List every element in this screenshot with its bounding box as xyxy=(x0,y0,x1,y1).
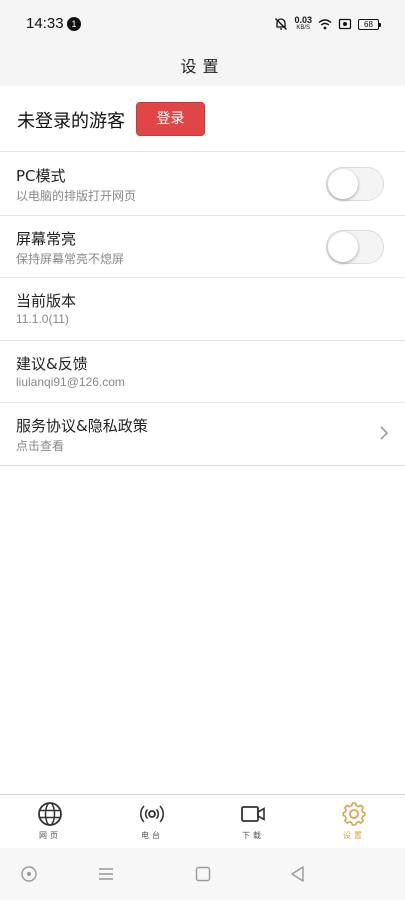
menu-icon[interactable] xyxy=(96,864,116,884)
status-bar: 14:33 1 0.03 KB/S 68 xyxy=(0,0,405,48)
setting-version: 当前版本 11.1.0(11) xyxy=(0,278,405,341)
setting-subtitle: 以电脑的排版打开网页 xyxy=(16,189,137,203)
video-icon xyxy=(241,806,265,822)
network-speed: 0.03 KB/S xyxy=(294,16,312,32)
setting-subtitle: 11.1.0(11) xyxy=(16,312,69,326)
tab-radio[interactable]: 电台 xyxy=(122,801,182,847)
mute-bell-icon xyxy=(275,18,288,30)
network-speed-value: 0.03 xyxy=(294,15,312,25)
tab-label: 下载 xyxy=(242,831,264,840)
globe-icon xyxy=(38,802,62,826)
settings-list: PC模式 以电脑的排版打开网页 屏幕常亮 保持屏幕常亮不熄屏 当前版本 11.1… xyxy=(0,153,405,466)
tab-label: 设置 xyxy=(343,831,365,840)
toggle-knob xyxy=(328,231,358,262)
tab-settings[interactable]: 设置 xyxy=(324,801,384,847)
setting-subtitle: 点击查看 xyxy=(16,439,65,453)
setting-title: 当前版本 xyxy=(16,292,77,310)
setting-privacy-policy[interactable]: 服务协议&隐私政策 点击查看 xyxy=(0,403,405,466)
radio-icon xyxy=(140,805,164,823)
tab-label: 网页 xyxy=(39,831,61,840)
status-time: 14:33 xyxy=(26,15,64,32)
guest-label: 未登录的游客 xyxy=(17,111,125,132)
setting-title: 建议&反馈 xyxy=(16,354,88,373)
tab-label: 电台 xyxy=(141,831,163,840)
setting-screen-on[interactable]: 屏幕常亮 保持屏幕常亮不熄屏 xyxy=(0,216,405,278)
top-header: 设置 xyxy=(0,48,405,86)
setting-feedback[interactable]: 建议&反馈 liulanqi91@126.com xyxy=(0,341,405,403)
home-circle-icon[interactable] xyxy=(19,864,39,884)
system-nav-bar xyxy=(0,848,405,900)
setting-title: 屏幕常亮 xyxy=(16,229,77,248)
gear-icon xyxy=(342,802,366,826)
screen-record-icon xyxy=(338,18,352,30)
setting-title: 服务协议&隐私政策 xyxy=(16,417,148,435)
setting-pc-mode[interactable]: PC模式 以电脑的排版打开网页 xyxy=(0,153,405,216)
login-button[interactable]: 登录 xyxy=(136,102,205,136)
wifi-icon xyxy=(318,19,332,30)
status-icons: 0.03 KB/S 68 xyxy=(274,14,381,34)
back-triangle-icon[interactable] xyxy=(288,864,308,884)
square-icon[interactable] xyxy=(193,864,213,884)
chevron-right-icon xyxy=(380,426,389,440)
setting-subtitle: liulanqi91@126.com xyxy=(16,374,125,389)
toggle-knob xyxy=(328,169,358,199)
battery-level: 68 xyxy=(358,18,381,30)
setting-subtitle: 保持屏幕常亮不熄屏 xyxy=(16,251,125,266)
user-row: 未登录的游客 登录 xyxy=(0,86,405,152)
tab-web[interactable]: 网页 xyxy=(20,801,80,847)
screen-on-toggle[interactable] xyxy=(326,229,384,264)
page-title: 设置 xyxy=(180,57,225,76)
network-speed-unit: KB/S xyxy=(296,25,311,31)
pc-mode-toggle[interactable] xyxy=(326,167,384,201)
tab-download[interactable]: 下载 xyxy=(223,801,283,847)
setting-title: PC模式 xyxy=(16,167,66,185)
bottom-tab-bar: 网页 电台 下载 设置 xyxy=(0,794,405,848)
notification-badge: 1 xyxy=(67,17,81,31)
